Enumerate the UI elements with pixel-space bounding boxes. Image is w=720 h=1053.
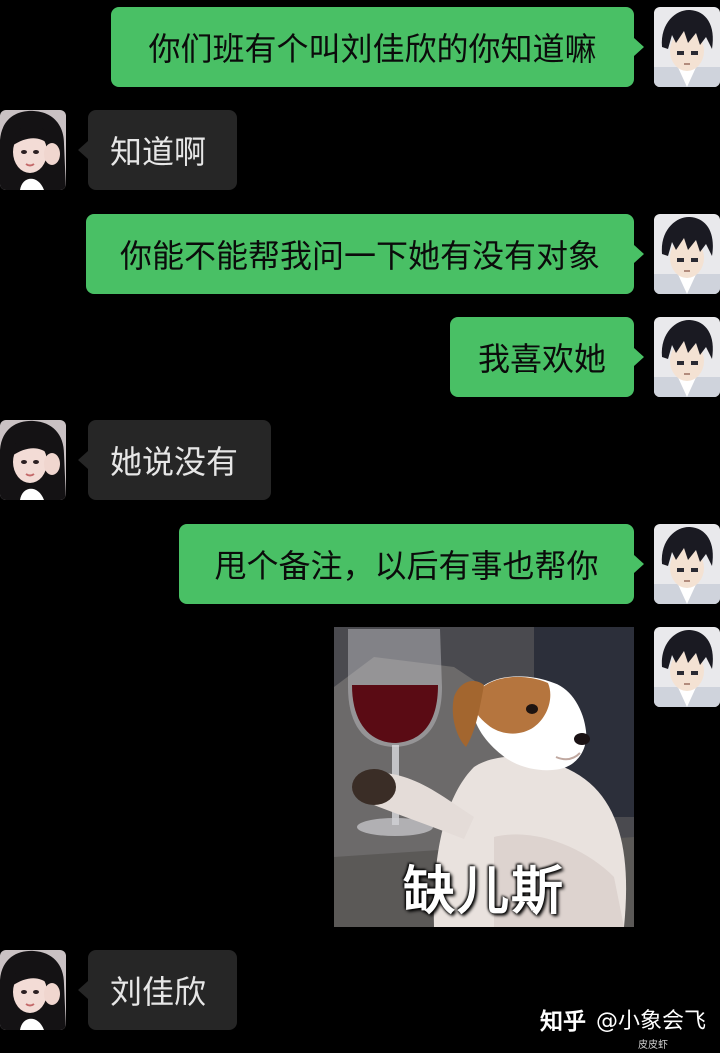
sticker-caption: 缺儿斯 [402, 862, 565, 922]
anime-boy-avatar-icon [654, 214, 720, 294]
sender-avatar[interactable] [654, 214, 720, 294]
bubble-tail [78, 141, 88, 159]
zhihu-logo: 知乎 [539, 1009, 586, 1035]
message-bubble-sent[interactable]: 我喜欢她 [450, 317, 634, 397]
message-text: 她说没有 [110, 443, 239, 481]
message-bubble-received[interactable]: 刘佳欣 [88, 950, 237, 1030]
girl-photo-avatar-icon [0, 950, 66, 1030]
message-bubble-sent[interactable]: 甩个备注，以后有事也帮你 [179, 524, 634, 604]
girl-photo-avatar-icon [0, 110, 66, 190]
message-bubble-received[interactable]: 她说没有 [88, 420, 271, 500]
bubble-tail [634, 555, 644, 573]
sender-avatar[interactable] [654, 317, 720, 397]
bubble-tail [634, 245, 644, 263]
receiver-avatar[interactable] [0, 110, 66, 190]
anime-boy-avatar-icon [654, 7, 720, 87]
sender-avatar[interactable] [654, 627, 720, 707]
receiver-avatar[interactable] [0, 950, 66, 1030]
anime-boy-avatar-icon [654, 627, 720, 707]
receiver-avatar[interactable] [0, 420, 66, 500]
message-bubble-sent[interactable]: 你能不能帮我问一下她有没有对象 [86, 214, 634, 294]
anime-boy-avatar-icon [654, 317, 720, 397]
message-bubble-sent[interactable]: 你们班有个叫刘佳欣的你知道嘛 [111, 7, 634, 87]
bubble-tail [634, 38, 644, 56]
message-text: 甩个备注，以后有事也帮你 [214, 547, 599, 585]
message-text: 知道啊 [110, 133, 207, 171]
anime-boy-avatar-icon [654, 524, 720, 604]
bubble-tail [78, 981, 88, 999]
message-bubble-received[interactable]: 知道啊 [88, 110, 237, 190]
message-text: 我喜欢她 [477, 340, 606, 378]
watermark-author: @小象会飞 [595, 1009, 706, 1034]
message-text: 你能不能帮我问一下她有没有对象 [119, 237, 600, 275]
bubble-tail [78, 451, 88, 469]
message-text: 你们班有个叫刘佳欣的你知道嘛 [148, 30, 597, 68]
pipixia-watermark: 皮皮虾 [638, 1040, 668, 1051]
message-text: 刘佳欣 [110, 973, 207, 1011]
sender-avatar[interactable] [654, 524, 720, 604]
girl-photo-avatar-icon [0, 420, 66, 500]
bubble-tail [634, 348, 644, 366]
zhihu-watermark: 知乎 @小象会飞 [540, 1002, 706, 1036]
sticker-message[interactable]: 缺儿斯 [334, 627, 634, 927]
sender-avatar[interactable] [654, 7, 720, 87]
